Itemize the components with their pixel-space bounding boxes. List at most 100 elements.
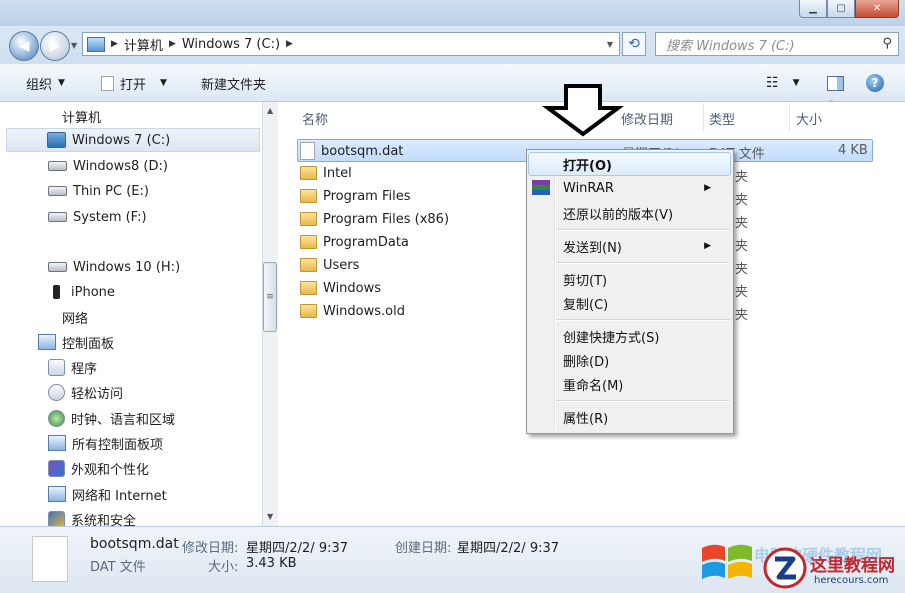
file-icon xyxy=(101,75,114,91)
folder-icon xyxy=(300,166,317,180)
menu-item-restore[interactable]: 还原以前的版本(V) xyxy=(563,202,673,224)
maximize-button[interactable]: ▢ xyxy=(827,0,855,18)
folder-row-intel[interactable]: Intel xyxy=(300,162,352,184)
menu-highlight xyxy=(528,152,731,176)
sidebar-item-label: 程序 xyxy=(71,361,98,377)
column-divider[interactable] xyxy=(703,103,704,131)
breadcrumb-computer[interactable]: 计算机 xyxy=(124,35,163,54)
new-folder-button[interactable]: 新建文件夹 xyxy=(201,64,266,102)
back-button[interactable]: ◀ xyxy=(9,31,39,61)
sidebar-item-thinpc-e[interactable]: Thin PC (E:) xyxy=(48,179,149,203)
system-security-icon xyxy=(48,510,65,526)
sidebar-item-programs[interactable]: 程序 xyxy=(48,355,97,379)
minimize-button[interactable]: ▁ xyxy=(799,0,827,18)
folder-name: ProgramData xyxy=(323,234,409,250)
refresh-button[interactable]: ⟲ xyxy=(622,32,646,56)
file-size: 4 KB xyxy=(838,143,868,158)
folder-type: 夹 xyxy=(735,239,749,254)
sidebar-item-clock-language[interactable]: 时钟、语言和区域 xyxy=(48,406,175,430)
folder-icon xyxy=(300,235,317,249)
folder-row-windows[interactable]: Windows xyxy=(300,277,381,299)
scroll-down-icon[interactable]: ▼ xyxy=(267,512,273,521)
folder-icon xyxy=(300,304,317,318)
address-dropdown-icon[interactable]: ▼ xyxy=(607,40,613,49)
phone-icon xyxy=(53,285,60,299)
menu-item-properties[interactable]: 属性(R) xyxy=(563,406,608,428)
sidebar-item-label: 控制面板 xyxy=(62,336,115,352)
sidebar-item-windows10-h[interactable]: Windows 10 (H:) xyxy=(48,255,180,279)
address-bar[interactable]: ▶ 计算机 ▶ Windows 7 (C:) ▶ ▼ xyxy=(82,32,620,56)
sidebar-item-control-panel[interactable]: 控制面板 xyxy=(38,330,114,354)
scroll-up-icon[interactable]: ▲ xyxy=(267,106,273,115)
folder-type: 夹 xyxy=(735,170,749,185)
close-button[interactable]: ✕ xyxy=(855,0,899,18)
folder-row-windows-old[interactable]: Windows.old xyxy=(300,300,405,322)
sidebar-item-system-f[interactable]: System (F:) xyxy=(48,205,147,229)
chevron-right-icon: ▶ xyxy=(286,39,293,49)
folder-row-program-files-x86[interactable]: Program Files (x86) xyxy=(300,208,449,230)
sidebar-item-computer[interactable]: 计算机 xyxy=(62,104,101,128)
menu-item-label: WinRAR xyxy=(563,180,614,196)
scrollbar-thumb[interactable]: ≡ xyxy=(263,262,277,332)
sidebar-item-network[interactable]: 网络 xyxy=(62,305,88,329)
menu-item-open[interactable]: 打开(O) xyxy=(563,153,612,175)
annotation-arrow-icon xyxy=(542,84,624,137)
sidebar-item-system-security[interactable]: 系统和安全 xyxy=(48,507,136,526)
column-header-size[interactable]: 大小 xyxy=(796,109,822,128)
sidebar-item-label: 计算机 xyxy=(62,110,102,126)
sidebar-item-iphone[interactable]: iPhone xyxy=(48,280,115,304)
column-divider[interactable] xyxy=(789,103,790,131)
details-type: DAT 文件 xyxy=(90,560,146,575)
column-header-name[interactable]: 名称 xyxy=(302,109,328,128)
folder-row-users[interactable]: Users xyxy=(300,254,359,276)
folder-name: Program Files xyxy=(323,188,411,204)
sidebar-item-label: System (F:) xyxy=(73,209,147,225)
sidebar-item-label: 所有控制面板项 xyxy=(72,437,164,453)
sidebar-item-windows8-d[interactable]: Windows8 (D:) xyxy=(48,154,168,178)
ease-of-access-icon xyxy=(48,383,65,401)
open-button[interactable]: 打开 ▼ xyxy=(101,64,167,102)
search-input[interactable]: 搜索 Windows 7 (C:) ⚲ xyxy=(655,32,899,56)
menu-item-cut[interactable]: 剪切(T) xyxy=(563,268,607,290)
menu-separator xyxy=(556,229,730,231)
help-button[interactable]: ? xyxy=(866,64,884,102)
folder-name: Windows xyxy=(323,280,382,296)
menu-item-rename[interactable]: 重命名(M) xyxy=(563,373,623,395)
menu-separator xyxy=(556,400,730,402)
watermark-url: herecours.com xyxy=(814,575,889,586)
menu-item-create-shortcut[interactable]: 创建快捷方式(S) xyxy=(563,325,659,347)
view-options-button[interactable]: ☷ ▼ xyxy=(766,64,799,102)
preview-pane-button[interactable] xyxy=(827,64,844,102)
column-header-type[interactable]: 类型 xyxy=(709,109,735,128)
menu-item-copy[interactable]: 复制(C) xyxy=(563,292,608,314)
sidebar-item-label: Windows 7 (C:) xyxy=(72,132,171,148)
folder-type: 夹 xyxy=(735,262,749,277)
menu-item-delete[interactable]: 删除(D) xyxy=(563,349,609,371)
sidebar-item-label: 系统和安全 xyxy=(71,513,137,527)
sidebar-item-network-internet[interactable]: 网络和 Internet xyxy=(48,482,167,506)
sidebar-item-ease-of-access[interactable]: 轻松访问 xyxy=(48,380,123,404)
menu-item-send-to[interactable]: 发送到(N) ▶ xyxy=(563,235,723,257)
folder-row-program-files[interactable]: Program Files xyxy=(300,185,411,207)
details-created-value: 星期四/2/2/ 9:37 xyxy=(457,541,560,556)
chevron-down-icon: ▼ xyxy=(160,78,167,88)
folder-row-programdata[interactable]: ProgramData xyxy=(300,231,409,253)
details-size-value: 3.43 KB xyxy=(246,556,297,571)
menu-item-winrar[interactable]: WinRAR ▶ xyxy=(563,177,723,199)
recent-pages-dropdown[interactable]: ▼ xyxy=(71,41,77,50)
breadcrumb-drive[interactable]: Windows 7 (C:) xyxy=(182,37,280,52)
menu-separator xyxy=(556,262,730,264)
navigation-pane: 计算机 Windows 7 (C:) Windows8 (D:) Thin PC… xyxy=(0,102,278,526)
watermark-logo-icon xyxy=(763,547,807,589)
file-row-bootsqm[interactable]: bootsqm.dat xyxy=(300,140,403,162)
submenu-arrow-icon: ▶ xyxy=(704,183,711,193)
forward-button[interactable]: ▶ xyxy=(40,31,70,61)
folder-name: Intel xyxy=(323,165,352,181)
programs-icon xyxy=(48,358,65,376)
sidebar-item-all-control-panel-items[interactable]: 所有控制面板项 xyxy=(48,431,163,455)
sidebar-item-windows7-c[interactable]: Windows 7 (C:) xyxy=(6,128,260,152)
column-header-modified[interactable]: 修改日期 xyxy=(621,109,673,128)
chevron-right-icon: ▶ xyxy=(111,39,118,49)
sidebar-item-appearance[interactable]: 外观和个性化 xyxy=(48,456,149,480)
organize-menu[interactable]: 组织 ▼ xyxy=(26,64,65,102)
